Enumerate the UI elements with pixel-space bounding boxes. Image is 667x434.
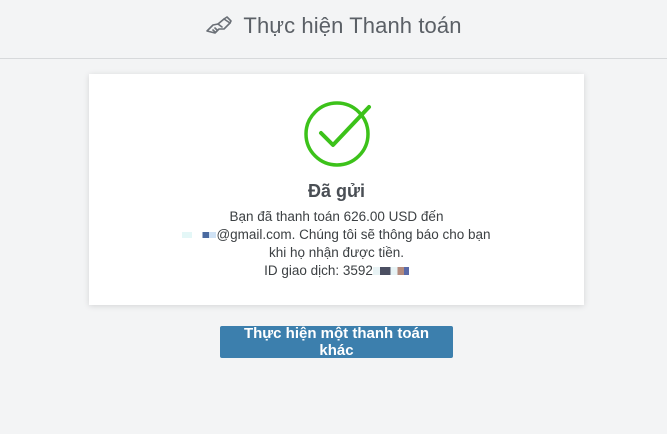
message-line-notify: khi họ nhận được tiền. bbox=[269, 245, 404, 260]
message-line-transaction-id: ID giao dịch: 3592 bbox=[89, 262, 584, 280]
status-title: Đã gửi bbox=[307, 181, 366, 201]
message-line-amount: Bạn đã thanh toán 626.00 USD đến bbox=[229, 209, 444, 224]
make-another-payment-button[interactable]: Thực hiện một thanh toán khác bbox=[220, 325, 453, 359]
confirmation-card: Đã gửi Bạn đã thanh toán 626.00 USD đến … bbox=[89, 74, 584, 305]
message-line-recipient: @gmail.com. Chúng tôi sẽ thông báo cho b… bbox=[89, 226, 584, 244]
header-content: Thực hiện Thanh toán bbox=[205, 13, 461, 39]
page-title: Thực hiện Thanh toán bbox=[243, 13, 462, 38]
confirmation-message: Bạn đã thanh toán 626.00 USD đến @gmail.… bbox=[89, 208, 584, 280]
page-header: Thực hiện Thanh toán bbox=[0, 0, 667, 59]
handshake-icon bbox=[205, 15, 233, 37]
redacted-email bbox=[182, 232, 217, 239]
transaction-id-label: ID giao dịch: 3592 bbox=[264, 263, 373, 278]
redacted-transaction-id bbox=[372, 267, 409, 276]
check-circle-icon bbox=[304, 101, 371, 167]
recipient-domain-text: @gmail.com. Chúng tôi sẽ thông báo cho b… bbox=[216, 227, 491, 242]
